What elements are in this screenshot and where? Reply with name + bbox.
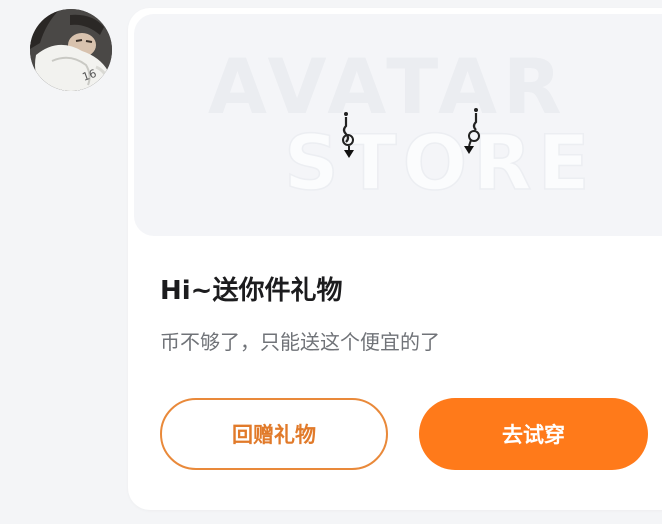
gift-message: 币不够了，只能送这个便宜的了 (160, 330, 440, 354)
sender-avatar[interactable]: 16 (30, 9, 112, 91)
gift-preview[interactable]: AVATAR STORE (134, 14, 662, 236)
gift-title: Hi~送你件礼物 (160, 276, 343, 306)
earrings-icon (464, 108, 480, 154)
return-gift-label: 回赠礼物 (232, 423, 316, 447)
earrings-icon (342, 112, 354, 158)
try-on-button[interactable]: 去试穿 (419, 398, 648, 470)
return-gift-button[interactable]: 回赠礼物 (160, 398, 388, 470)
avatar-image: 16 (30, 9, 112, 91)
watermark-store: STORE (283, 117, 596, 208)
try-on-label: 去试穿 (502, 423, 565, 447)
